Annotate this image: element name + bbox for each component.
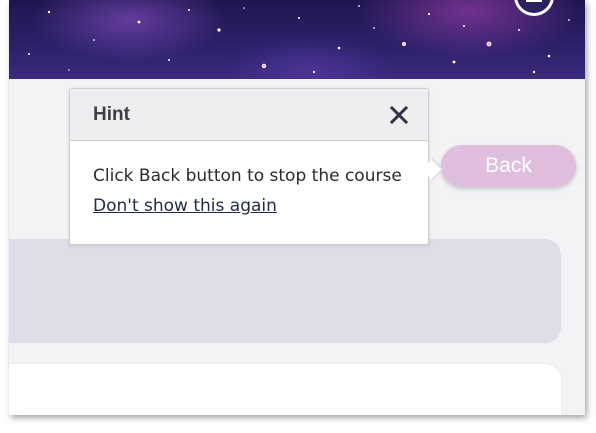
content-card-2 [9,364,561,415]
hint-header: Hint [70,89,428,141]
close-icon[interactable] [388,104,410,126]
dont-show-again-link[interactable]: Don't show this again [93,196,277,216]
hint-message: Click Back button to stop the course [93,166,402,186]
hint-pointer [421,158,444,181]
hint-popover: Hint Click Back button to stop the cours… [69,88,444,245]
hint-title: Hint [93,104,130,125]
galaxy-banner [9,0,585,79]
back-button[interactable]: Back [441,145,576,187]
content-card [9,239,561,343]
screenshot-frame: Back Hint Click Back button to stop the … [0,0,596,433]
banner-stars [28,5,570,74]
course-window: Back Hint Click Back button to stop the … [9,0,585,415]
